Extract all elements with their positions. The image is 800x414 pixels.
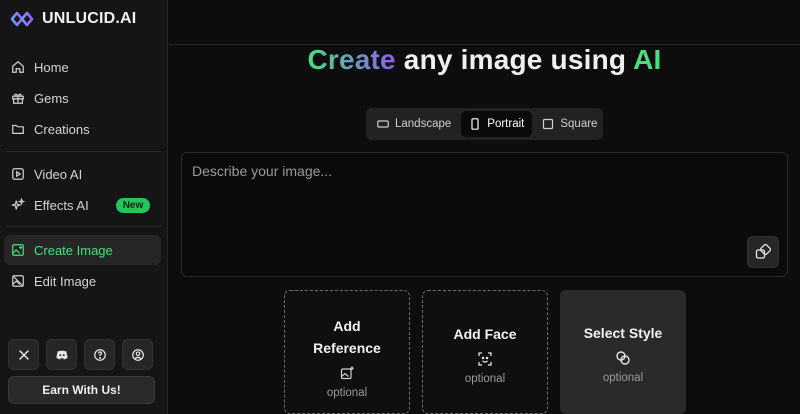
- card-optional-label: optional: [326, 387, 368, 399]
- discord-button[interactable]: [46, 339, 77, 370]
- image-plus-icon: [12, 244, 24, 256]
- sidebar-item-creations[interactable]: Creations: [4, 114, 161, 144]
- earn-with-us-button[interactable]: Earn With Us!: [8, 376, 155, 404]
- aspect-label: Square: [560, 118, 598, 130]
- aspect-landscape-button[interactable]: Landscape: [369, 111, 459, 137]
- prompt-input[interactable]: [182, 153, 787, 276]
- sidebar-item-create-image[interactable]: Create Image: [4, 235, 161, 265]
- card-title: Add Face: [453, 326, 517, 342]
- sidebar-item-label: Effects AI: [34, 197, 89, 213]
- title-ai: AI: [633, 44, 662, 75]
- page-title: Create any image using AI: [169, 44, 800, 76]
- style-circles-icon: [616, 351, 630, 365]
- folder-icon: [12, 124, 24, 134]
- sidebar-item-label: Create Image: [34, 242, 113, 258]
- sidebar-item-edit-image[interactable]: Edit Image: [4, 266, 161, 296]
- sidebar-item-label: Video AI: [34, 166, 83, 182]
- sidebar-divider: [6, 226, 161, 227]
- image-add-icon: [340, 366, 354, 380]
- sidebar-item-home[interactable]: Home: [4, 52, 161, 82]
- aspect-ratio-selector: Landscape Portrait Square: [366, 108, 603, 140]
- sidebar-item-gems[interactable]: Gems: [4, 83, 161, 113]
- help-icon: [93, 348, 106, 361]
- card-title: Reference: [313, 340, 381, 356]
- sidebar-divider: [6, 151, 161, 152]
- home-icon: [12, 60, 24, 73]
- aspect-label: Landscape: [395, 118, 452, 130]
- image-edit-icon: [12, 275, 24, 287]
- square-icon: [543, 118, 554, 130]
- brand[interactable]: UNLUCID.AI: [10, 10, 136, 28]
- title-create: Create: [307, 44, 396, 75]
- sidebar-item-label: Creations: [34, 121, 90, 137]
- aspect-label: Portrait: [487, 118, 525, 130]
- aspect-square-button[interactable]: Square: [534, 111, 605, 137]
- profile-icon: [131, 348, 144, 361]
- portrait-icon: [471, 118, 479, 130]
- help-button[interactable]: [84, 339, 115, 370]
- random-prompt-button[interactable]: [747, 236, 779, 268]
- face-scan-icon: [478, 352, 492, 366]
- sidebar: UNLUCID.AI Home Gems Creations Video AI …: [0, 0, 168, 414]
- add-face-card[interactable]: Add Face optional: [422, 290, 548, 414]
- aspect-portrait-button[interactable]: Portrait: [461, 111, 533, 137]
- video-icon: [12, 168, 24, 180]
- sidebar-item-label: Home: [34, 59, 69, 75]
- title-middle: any image using: [395, 44, 634, 75]
- card-optional-label: optional: [464, 373, 506, 385]
- discord-icon: [55, 350, 68, 359]
- prompt-box: [181, 152, 788, 277]
- sidebar-item-label: Edit Image: [34, 273, 97, 289]
- sidebar-item-label: Gems: [34, 90, 69, 106]
- card-optional-label: optional: [602, 372, 644, 384]
- sparkles-icon: [11, 198, 25, 210]
- select-style-card[interactable]: Select Style optional: [560, 290, 686, 414]
- app-root: UNLUCID.AI Home Gems Creations Video AI …: [0, 0, 800, 414]
- profile-button[interactable]: [122, 339, 153, 370]
- sidebar-item-video-ai[interactable]: Video AI: [4, 159, 161, 189]
- add-reference-card[interactable]: Add Reference optional: [284, 290, 410, 414]
- logo-icon: [10, 11, 34, 27]
- new-badge: New: [115, 197, 151, 213]
- landscape-icon: [377, 120, 389, 128]
- card-title: Select Style: [583, 325, 663, 341]
- brand-name: UNLUCID.AI: [42, 10, 137, 27]
- x-social-button[interactable]: [8, 339, 39, 370]
- x-icon: [18, 349, 29, 360]
- sidebar-item-effects-ai[interactable]: Effects AI New: [4, 190, 161, 220]
- gift-icon: [12, 93, 24, 104]
- card-title: Add: [333, 318, 361, 334]
- shuffle-icon: [755, 244, 771, 259]
